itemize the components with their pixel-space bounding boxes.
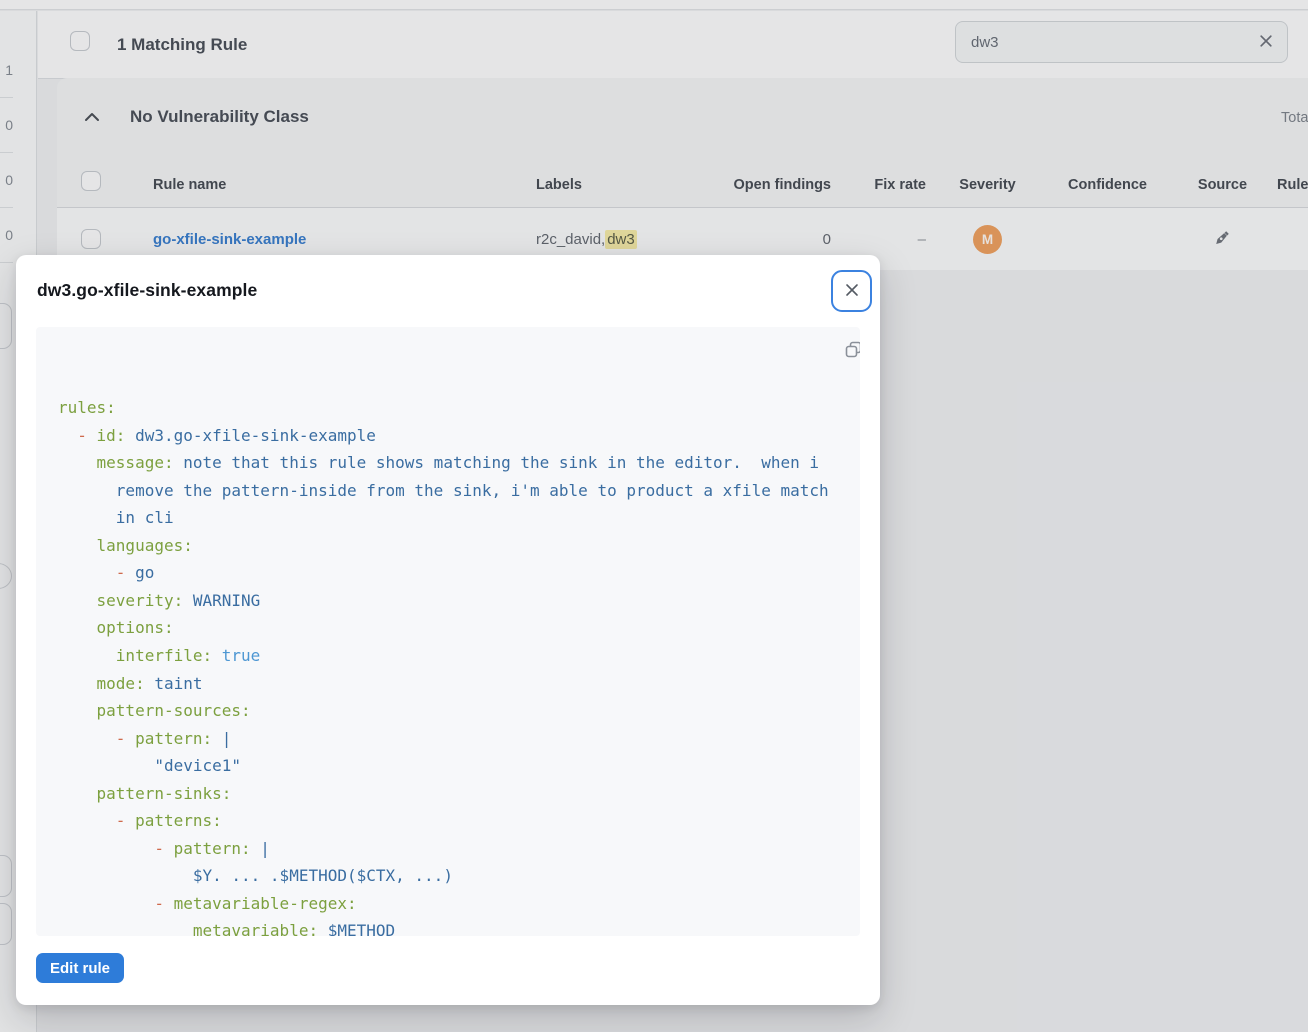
modal-close-button[interactable] [831,270,872,312]
rule-detail-modal: dw3.go-xfile-sink-example rules: - id: d… [16,255,880,1005]
rule-yaml-code: rules: - id: dw3.go-xfile-sink-example m… [58,394,846,936]
edit-rule-button[interactable]: Edit rule [36,953,124,983]
close-icon [843,281,861,302]
copy-icon [807,327,860,377]
rules-page: 1 0 0 0 1 Matching Rule No V [0,0,1308,1032]
rule-yaml-code-block: rules: - id: dw3.go-xfile-sink-example m… [36,327,860,936]
copy-code-button[interactable] [823,339,847,363]
modal-title: dw3.go-xfile-sink-example [37,280,257,301]
